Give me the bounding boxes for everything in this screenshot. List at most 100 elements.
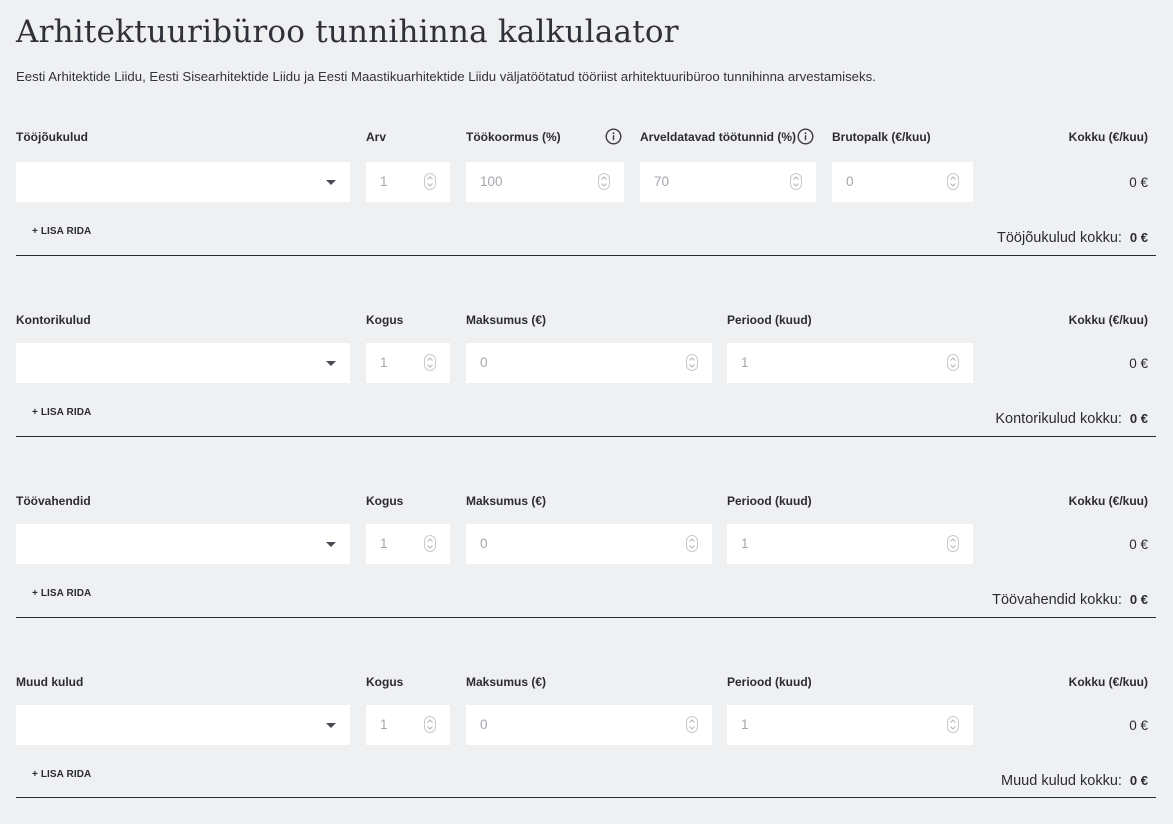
office-period-input[interactable]: 1 (727, 343, 973, 383)
spinner-icon[interactable] (790, 173, 802, 190)
tools-cost-value: 0 (480, 536, 488, 551)
other-row-total: 0 € (1129, 718, 1148, 733)
tools-sum-label: Töövahendid kokku: (992, 592, 1122, 608)
other-sum: Muud kulud kokku: 0 € (1001, 773, 1148, 789)
labor-role-select[interactable] (16, 162, 350, 202)
chevron-down-icon (326, 180, 336, 185)
office-total-header: Kokku (€/kuu) (1068, 313, 1148, 327)
chevron-down-icon (326, 361, 336, 366)
billable-info-icon[interactable] (797, 128, 814, 145)
labor-sum: Tööjõukulud kokku: 0 € (997, 230, 1148, 246)
labor-header: Tööjõukulud (16, 130, 88, 144)
tools-qty-input[interactable]: 1 (366, 524, 450, 564)
office-header: Kontorikulud (16, 313, 91, 327)
labor-count-input[interactable]: 1 (366, 162, 450, 202)
other-period-input[interactable]: 1 (727, 705, 973, 745)
other-qty-input[interactable]: 1 (366, 705, 450, 745)
labor-count-header: Arv (366, 130, 387, 144)
labor-billable-header: Arveldatavad töötunnid (%) (640, 130, 797, 144)
labor-divider (16, 255, 1156, 256)
spinner-icon[interactable] (686, 354, 698, 371)
labor-billable-value: 70 (654, 174, 670, 189)
tools-item-select[interactable] (16, 524, 350, 564)
spinner-icon[interactable] (686, 716, 698, 733)
labor-section: Tööjõukulud Arv Töökoormus (%) Arveldata… (16, 128, 1156, 270)
office-item-select[interactable] (16, 343, 350, 383)
other-cost-input[interactable]: 0 (466, 705, 712, 745)
office-qty-input[interactable]: 1 (366, 343, 450, 383)
tools-total-header: Kokku (€/kuu) (1068, 494, 1148, 508)
other-cost-header: Maksumus (€) (466, 675, 547, 689)
other-sum-value: 0 € (1129, 773, 1148, 788)
office-cost-value: 0 (480, 355, 488, 370)
tools-period-value: 1 (741, 536, 749, 551)
labor-salary-input[interactable]: 0 (832, 162, 973, 202)
other-qty-value: 1 (380, 717, 388, 732)
labor-add-row-button[interactable]: + LISA RIDA (32, 226, 91, 237)
office-sum-label: Kontorikulud kokku: (995, 411, 1122, 427)
other-header: Muud kulud (16, 675, 84, 689)
spinner-icon[interactable] (947, 535, 959, 552)
other-item-select[interactable] (16, 705, 350, 745)
spinner-icon[interactable] (424, 354, 436, 371)
tools-sum: Töövahendid kokku: 0 € (992, 592, 1148, 608)
other-period-header: Periood (kuud) (727, 675, 812, 689)
tools-sum-value: 0 € (1129, 592, 1148, 607)
labor-sum-value: 0 € (1129, 230, 1148, 245)
labor-workload-header: Töökoormus (%) (466, 130, 561, 144)
office-cost-input[interactable]: 0 (466, 343, 712, 383)
spinner-icon[interactable] (424, 716, 436, 733)
office-qty-header: Kogus (366, 313, 404, 327)
tools-section: Töövahendid Kogus Maksumus (€) Periood (… (16, 494, 1156, 634)
office-period-value: 1 (741, 355, 749, 370)
spinner-icon[interactable] (947, 716, 959, 733)
labor-salary-value: 0 (846, 174, 854, 189)
page-subtitle: Eesti Arhitektide Liidu, Eesti Sisearhit… (16, 69, 876, 84)
labor-salary-header: Brutopalk (€/kuu) (832, 130, 931, 144)
labor-workload-value: 100 (480, 174, 503, 189)
other-cost-value: 0 (480, 717, 488, 732)
office-qty-value: 1 (380, 355, 388, 370)
other-sum-label: Muud kulud kokku: (1001, 773, 1122, 789)
spinner-icon[interactable] (598, 173, 610, 190)
other-add-row-button[interactable]: + LISA RIDA (32, 769, 91, 780)
office-period-header: Periood (kuud) (727, 313, 812, 327)
office-row-total: 0 € (1129, 356, 1148, 371)
tools-add-row-button[interactable]: + LISA RIDA (32, 588, 91, 599)
other-section: Muud kulud Kogus Maksumus (€) Periood (k… (16, 675, 1156, 815)
tools-divider (16, 617, 1156, 618)
tools-qty-value: 1 (380, 536, 388, 551)
office-add-row-button[interactable]: + LISA RIDA (32, 407, 91, 418)
spinner-icon[interactable] (686, 535, 698, 552)
spinner-icon[interactable] (947, 173, 959, 190)
tools-header: Töövahendid (16, 494, 91, 508)
calculator-page: Arhitektuuribüroo tunnihinna kalkulaator… (16, 0, 1156, 824)
office-section: Kontorikulud Kogus Maksumus (€) Periood … (16, 313, 1156, 453)
other-divider (16, 797, 1156, 798)
other-qty-header: Kogus (366, 675, 404, 689)
workload-info-icon[interactable] (605, 128, 622, 145)
page-title: Arhitektuuribüroo tunnihinna kalkulaator (16, 14, 679, 50)
labor-row-total: 0 € (1129, 175, 1148, 190)
tools-cost-header: Maksumus (€) (466, 494, 547, 508)
labor-sum-label: Tööjõukulud kokku: (996, 230, 1122, 246)
office-sum: Kontorikulud kokku: 0 € (995, 411, 1148, 427)
chevron-down-icon (326, 542, 336, 547)
chevron-down-icon (326, 723, 336, 728)
office-divider (16, 436, 1156, 437)
office-sum-value: 0 € (1129, 411, 1148, 426)
tools-qty-header: Kogus (366, 494, 404, 508)
tools-cost-input[interactable]: 0 (466, 524, 712, 564)
spinner-icon[interactable] (947, 354, 959, 371)
spinner-icon[interactable] (424, 173, 436, 190)
office-cost-header: Maksumus (€) (466, 313, 547, 327)
tools-row-total: 0 € (1129, 537, 1148, 552)
tools-period-input[interactable]: 1 (727, 524, 973, 564)
spinner-icon[interactable] (424, 535, 436, 552)
tools-period-header: Periood (kuud) (727, 494, 812, 508)
labor-billable-input[interactable]: 70 (640, 162, 816, 202)
other-period-value: 1 (741, 717, 749, 732)
labor-total-header: Kokku (€/kuu) (1068, 130, 1148, 144)
labor-count-value: 1 (380, 174, 388, 189)
labor-workload-input[interactable]: 100 (466, 162, 624, 202)
